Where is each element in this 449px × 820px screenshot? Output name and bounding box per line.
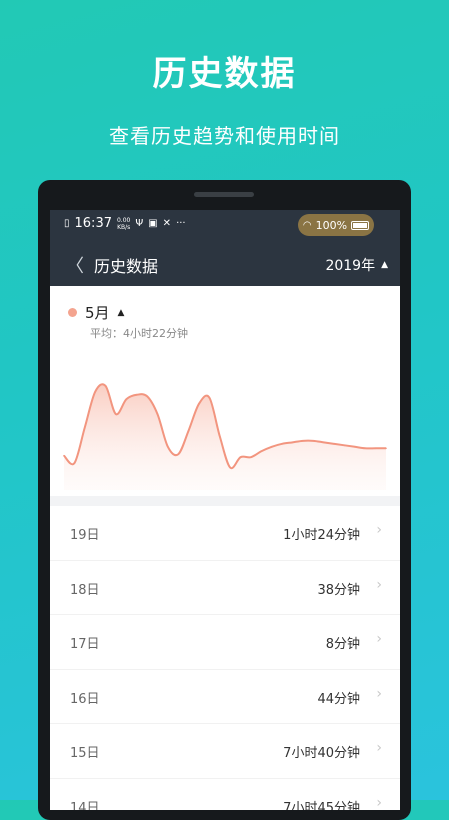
promo-headline: 历史数据 xyxy=(152,54,297,94)
day-row[interactable]: 17日 8分钟 › xyxy=(50,615,400,670)
status-time: 16:37 xyxy=(74,216,112,231)
legend-dot xyxy=(68,308,77,317)
average-usage: 平均：4小时22分钟 xyxy=(90,327,188,340)
battery-percent: 100% xyxy=(315,218,348,232)
chart-point xyxy=(322,441,325,444)
day-duration: 8分钟 xyxy=(325,637,360,652)
day-duration: 7小时40分钟 xyxy=(283,746,360,761)
day-row[interactable]: 19日 1小时24分钟 › xyxy=(50,506,400,561)
chevron-right-icon: › xyxy=(376,794,382,811)
back-icon[interactable]: 〈 xyxy=(66,252,84,278)
triangle-up-icon: ▲ xyxy=(381,260,388,270)
chart-point xyxy=(302,440,304,442)
chart-point xyxy=(104,385,107,387)
chart-point xyxy=(270,446,273,448)
chart-point xyxy=(281,443,283,445)
day-list: 19日 1小时24分钟 › 18日 38分钟 › 17日 8分钟 › 16日 44分钟 › 15日 7小时… xyxy=(50,506,400,810)
battery-icon xyxy=(351,220,370,230)
chart-point xyxy=(198,402,200,405)
chart-point xyxy=(167,446,169,448)
chart-point xyxy=(135,394,138,396)
chart-point xyxy=(374,447,377,450)
chart-point xyxy=(291,441,294,444)
status-pill: ◠ 100% xyxy=(298,214,374,236)
day-date: 18日 xyxy=(70,582,100,598)
chevron-right-icon: › xyxy=(376,522,382,538)
chart-point xyxy=(146,395,148,398)
chart-point xyxy=(115,413,117,415)
chart-point xyxy=(94,391,96,393)
chart-point xyxy=(83,426,86,429)
chart-point xyxy=(187,429,190,432)
page-title: 历史数据 xyxy=(94,257,159,276)
day-duration: 1小时24分钟 xyxy=(283,528,360,543)
day-duration: 7小时45分钟 xyxy=(283,800,360,811)
chart-point xyxy=(385,447,387,450)
navigation-bar: 〈 历史数据 2019年 ▲ xyxy=(50,240,400,286)
chart-point xyxy=(343,444,346,447)
day-row[interactable]: 18日 38分钟 › xyxy=(50,561,400,615)
chart-point xyxy=(63,454,65,457)
chart-point xyxy=(156,413,159,415)
day-row[interactable]: 16日 44分钟 › xyxy=(50,670,400,724)
day-date: 17日 xyxy=(70,637,100,652)
tools-icon: ✕ xyxy=(162,218,172,229)
year-label: 2019年 xyxy=(325,258,376,274)
network-speed-value: 0.00 xyxy=(116,216,131,224)
day-duration: 38分钟 xyxy=(317,582,360,598)
sim-icon: ▯ xyxy=(64,218,70,229)
section-divider xyxy=(50,496,400,506)
chevron-right-icon: › xyxy=(376,685,382,702)
chart-point xyxy=(364,447,367,450)
chart-point xyxy=(219,435,221,438)
wifi-icon: ◠ xyxy=(302,219,312,231)
day-row[interactable]: 14日 7小时45分钟 › xyxy=(50,779,400,811)
chart-point xyxy=(312,440,315,442)
day-date: 15日 xyxy=(70,746,100,761)
chart-point xyxy=(177,453,180,456)
chart-point xyxy=(125,398,128,401)
chart-area-fill xyxy=(64,384,386,490)
notification-icon: ▣ xyxy=(148,218,158,229)
day-date: 19日 xyxy=(70,528,100,543)
chart-point xyxy=(333,443,335,445)
chart-point xyxy=(250,456,252,458)
chevron-right-icon: › xyxy=(376,631,382,647)
usb-icon: Ψ xyxy=(135,218,144,229)
day-duration: 44分钟 xyxy=(317,691,360,707)
chart-point xyxy=(354,446,356,448)
year-selector[interactable]: 2019年 ▲ xyxy=(325,255,388,275)
promo-subline: 查看历史趋势和使用时间 xyxy=(109,124,340,148)
month-selector[interactable]: 5月 ▲ xyxy=(68,302,124,323)
chart-point xyxy=(229,466,231,469)
network-speed: 0.00 KB/s xyxy=(117,217,130,231)
day-date: 14日 xyxy=(70,800,100,811)
network-speed-unit: KB/s xyxy=(117,223,131,231)
chevron-right-icon: › xyxy=(376,740,382,756)
chart-point xyxy=(260,450,263,453)
app-screen: ▯ 16:37 0.00 KB/s Ψ ▣ ✕ ··· ◠ 100% 〈 历史数… xyxy=(50,210,400,810)
status-bar: ▯ 16:37 0.00 KB/s Ψ ▣ ✕ ··· ◠ 100% xyxy=(50,210,400,240)
chart-point xyxy=(208,396,211,399)
phone-speaker xyxy=(194,192,254,197)
month-label: 5月 xyxy=(85,304,110,322)
chart-point xyxy=(239,456,242,458)
usage-chart xyxy=(63,383,387,490)
chart-point xyxy=(73,462,76,464)
chart-card: 5月 ▲ 平均：4小时22分钟 xyxy=(50,286,400,496)
triangle-up-icon: ▲ xyxy=(117,307,125,318)
day-date: 16日 xyxy=(70,691,100,707)
chevron-right-icon: › xyxy=(376,576,382,593)
more-icon: ··· xyxy=(176,218,186,229)
day-row[interactable]: 15日 7小时40分钟 › xyxy=(50,724,400,779)
status-left: ▯ 16:37 0.00 KB/s Ψ ▣ ✕ ··· xyxy=(64,216,186,231)
